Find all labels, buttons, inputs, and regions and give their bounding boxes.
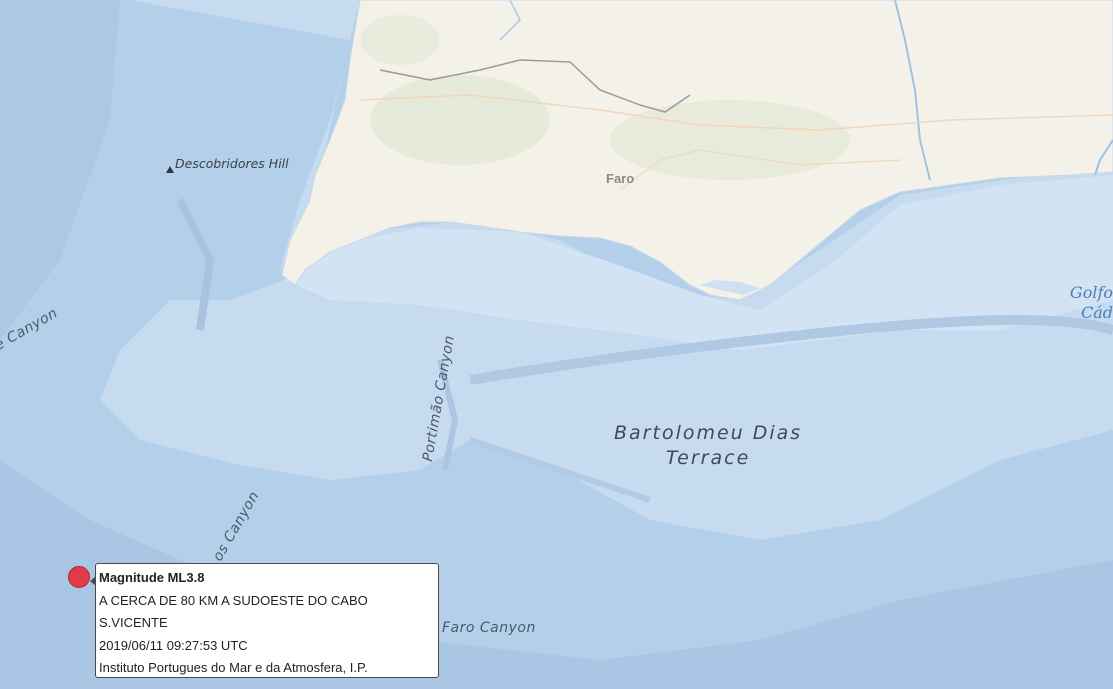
popup-title: Magnitude ML3.8: [99, 570, 205, 585]
popup-location-line1: A CERCA DE 80 KM A SUDOESTE DO CABO: [99, 592, 368, 608]
hill-label: Descobridores Hill: [175, 156, 289, 171]
popup-source: Instituto Portugues do Mar e da Atmosfer…: [99, 660, 368, 675]
gulf-label-line2: Cád: [1080, 303, 1113, 322]
earthquake-marker[interactable]: [68, 566, 90, 588]
hill-marker-icon: [166, 166, 174, 173]
popup-pointer: [90, 576, 96, 586]
terrain-hills: [360, 15, 440, 65]
gulf-label: Golfo Cád: [1065, 283, 1113, 323]
terrace-label-line1: Bartolomeu Dias: [614, 422, 803, 444]
terrace-label-line2: Terrace: [665, 447, 751, 469]
popup-location-line2: S.VICENTE: [99, 615, 168, 630]
gulf-label-line1: Golfo: [1069, 283, 1113, 302]
terrain-hills: [370, 75, 550, 165]
popup-datetime: 2019/06/11 09:27:53 UTC: [99, 637, 248, 653]
terrace-label: Bartolomeu Dias Terrace: [614, 421, 802, 471]
canyon-label-faro: Faro Canyon: [442, 620, 536, 636]
earthquake-popup: Magnitude ML3.8 A CERCA DE 80 KM A SUDOE…: [90, 563, 439, 678]
city-label-faro: Faro: [606, 171, 635, 186]
terrain-hills: [610, 100, 850, 180]
